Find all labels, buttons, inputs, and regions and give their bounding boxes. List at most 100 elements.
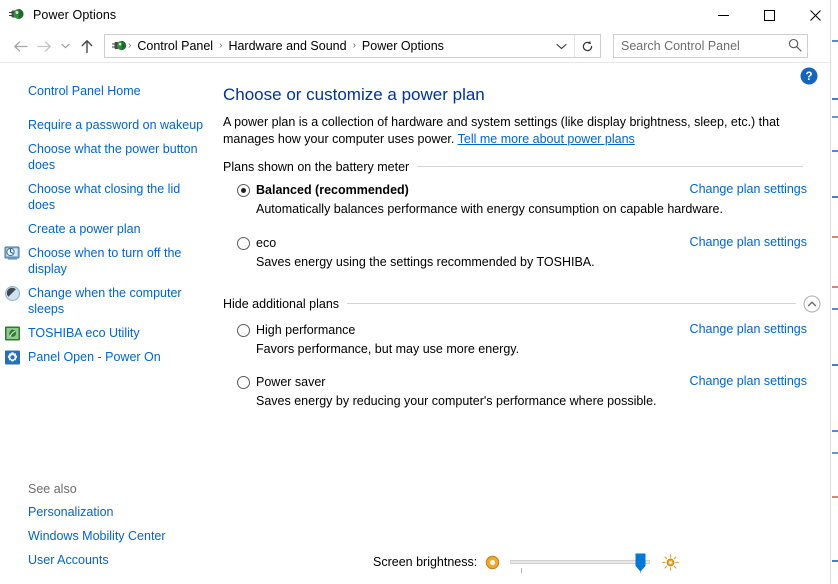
group-rule — [347, 303, 796, 304]
plan-name-power-saver[interactable]: Power saver — [256, 374, 325, 390]
power-plug-icon — [9, 9, 24, 19]
window-controls — [700, 0, 838, 30]
address-bar[interactable]: › Control Panel › Hardware and Sound › P… — [104, 34, 601, 58]
change-plan-settings-power-saver[interactable]: Change plan settings — [690, 374, 807, 388]
sidebar-item-windows-mobility-center[interactable]: Windows Mobility Center — [0, 528, 208, 544]
page-title: Choose or customize a power plan — [223, 85, 485, 104]
sidebar: Control Panel Home Require a password on… — [0, 63, 215, 584]
change-plan-settings-high-performance[interactable]: Change plan settings — [690, 322, 807, 336]
recent-pages-button[interactable] — [56, 34, 74, 58]
search-input[interactable] — [614, 36, 782, 56]
maximize-icon — [763, 9, 775, 21]
address-dropdown-button[interactable] — [550, 35, 572, 57]
plan-description-eco: Saves energy using the settings recommen… — [256, 255, 595, 269]
sidebar-task-list: Require a password on wakeup Choose what… — [0, 117, 208, 373]
group-rule — [417, 166, 803, 167]
see-also-label: See also — [28, 482, 77, 496]
sidebar-item-label: TOSHIBA eco Utility — [28, 326, 140, 340]
plan-main-high-performance: High performance Change plan settings — [237, 322, 807, 338]
breadcrumb-item-power-options[interactable]: Power Options — [357, 35, 449, 57]
main-panel: ? Choose or customize a power plan A pow… — [215, 63, 830, 584]
sidebar-item-user-accounts[interactable]: User Accounts — [0, 552, 208, 568]
forward-arrow-icon — [36, 40, 51, 52]
sidebar-item-turn-off-display[interactable]: Choose when to turn off the display — [0, 245, 208, 277]
maximize-button[interactable] — [746, 0, 792, 30]
plan-main-power-saver: Power saver Change plan settings — [237, 374, 807, 390]
gear-icon — [5, 350, 20, 365]
sidebar-item-toshiba-eco-utility[interactable]: TOSHIBA eco Utility — [0, 325, 208, 341]
plan-main-eco: eco Change plan settings — [237, 235, 807, 251]
group-header-additional-plans: Hide additional plans — [223, 295, 821, 312]
sidebar-item-panel-open-power-on[interactable]: Panel Open - Power On — [0, 349, 208, 365]
plan-main-balanced: Balanced (recommended) Change plan setti… — [237, 182, 807, 198]
svg-text:?: ? — [805, 71, 812, 83]
brightness-high-icon — [662, 553, 680, 571]
plan-name-eco[interactable]: eco — [256, 235, 276, 251]
minimize-icon — [717, 14, 729, 16]
sidebar-item-create-power-plan[interactable]: Create a power plan — [0, 221, 208, 237]
plan-description-high-performance: Favors performance, but may use more ene… — [256, 342, 520, 356]
back-arrow-icon — [13, 40, 28, 52]
see-also-list: Personalization Windows Mobility Center … — [0, 504, 208, 576]
sidebar-item-label: Panel Open - Power On — [28, 350, 161, 364]
chevron-down-icon — [555, 43, 567, 49]
slider-track[interactable] — [510, 560, 651, 564]
display-clock-icon — [4, 246, 20, 260]
sidebar-item-label: Choose when to turn off the display — [28, 246, 182, 276]
up-button[interactable] — [74, 34, 100, 58]
sidebar-item-control-panel-home[interactable]: Control Panel Home — [0, 83, 200, 99]
help-question-icon[interactable]: ? — [800, 67, 818, 85]
search-icon[interactable] — [788, 38, 802, 52]
power-options-window: Power Options › Control Panel › Hardware… — [0, 0, 838, 584]
group-header-battery-meter: Plans shown on the battery meter — [223, 158, 803, 175]
radio-high-performance[interactable] — [237, 324, 250, 337]
power-plug-icon — [112, 40, 127, 51]
minimize-button[interactable] — [700, 0, 746, 30]
plan-description-power-saver: Saves energy by reducing your computer's… — [256, 394, 657, 408]
change-plan-settings-balanced[interactable]: Change plan settings — [690, 182, 807, 196]
brightness-slider[interactable] — [510, 551, 651, 573]
slider-thumb[interactable] — [635, 553, 646, 572]
title-bar: Power Options — [0, 0, 838, 30]
breadcrumb-item-hardware-and-sound[interactable]: Hardware and Sound — [223, 35, 351, 57]
change-plan-settings-eco[interactable]: Change plan settings — [690, 235, 807, 249]
content-area: Control Panel Home Require a password on… — [0, 62, 830, 584]
sidebar-item-power-button[interactable]: Choose what the power button does — [0, 141, 208, 173]
chevron-down-icon — [60, 43, 70, 49]
up-arrow-icon — [81, 39, 93, 53]
sidebar-item-label: Change when the computer sleeps — [28, 286, 182, 316]
window-title: Power Options — [33, 8, 117, 22]
sidebar-item-personalization[interactable]: Personalization — [0, 504, 208, 520]
chevron-up-circle-icon[interactable] — [803, 295, 821, 313]
plan-row-high-performance: High performance Change plan settings Fa… — [237, 322, 807, 357]
background-window-sliver — [830, 0, 838, 584]
sidebar-item-require-password[interactable]: Require a password on wakeup — [0, 117, 208, 133]
plan-row-eco: eco Change plan settings Saves energy us… — [237, 235, 807, 270]
radio-eco[interactable] — [237, 237, 250, 250]
plan-description-balanced: Automatically balances performance with … — [256, 202, 723, 216]
sidebar-home-group: Control Panel Home — [0, 83, 200, 99]
forward-button[interactable] — [32, 34, 56, 58]
plan-name-balanced[interactable]: Balanced (recommended) — [256, 182, 409, 198]
tell-me-more-link[interactable]: Tell me more about power plans — [458, 132, 635, 146]
back-button[interactable] — [8, 34, 32, 58]
plan-name-high-performance[interactable]: High performance — [256, 322, 355, 338]
breadcrumb-item-control-panel[interactable]: Control Panel — [132, 35, 218, 57]
radio-balanced[interactable] — [237, 184, 250, 197]
close-icon — [809, 9, 821, 21]
brightness-low-icon — [486, 555, 500, 569]
radio-power-saver[interactable] — [237, 376, 250, 389]
sleep-moon-icon — [5, 286, 20, 301]
plan-row-balanced: Balanced (recommended) Change plan setti… — [237, 182, 807, 217]
sidebar-item-computer-sleeps[interactable]: Change when the computer sleeps — [0, 285, 208, 317]
group-label: Plans shown on the battery meter — [223, 159, 410, 174]
brightness-control: Screen brightness: — [373, 551, 680, 573]
search-box[interactable] — [613, 34, 808, 58]
sidebar-item-closing-lid[interactable]: Choose what closing the lid does — [0, 181, 208, 213]
brightness-label: Screen brightness: — [373, 555, 478, 569]
plan-row-power-saver: Power saver Change plan settings Saves e… — [237, 374, 807, 409]
navigation-bar: › Control Panel › Hardware and Sound › P… — [0, 30, 838, 62]
group-label: Hide additional plans — [223, 296, 340, 311]
toshiba-eco-icon — [5, 326, 20, 341]
refresh-button[interactable] — [574, 35, 600, 57]
